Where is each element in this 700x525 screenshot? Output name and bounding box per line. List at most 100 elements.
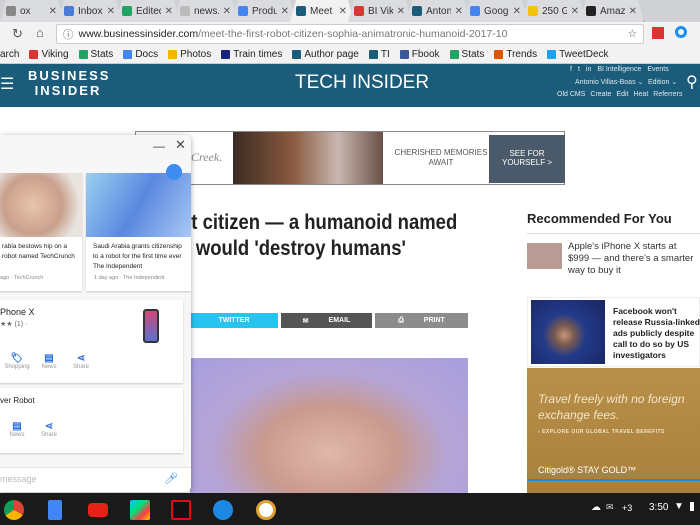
bookmark[interactable]: Train times (221, 49, 282, 60)
news-card[interactable]: Saudi Arabia grants citizenship to a rob… (86, 173, 191, 291)
header-link[interactable]: Heat (633, 91, 648, 98)
chrome-app-icon[interactable] (4, 500, 24, 520)
close-tab-icon[interactable]: ✕ (397, 6, 405, 17)
citi-ad[interactable]: Travel freely with no foreign exchange f… (527, 368, 700, 493)
netflix-app-icon[interactable] (171, 500, 191, 520)
bookmark[interactable]: TI (368, 49, 390, 60)
menu-icon[interactable]: ☰ (0, 74, 14, 94)
action-shopping[interactable]: 🏷︎ Shopping (2, 353, 32, 370)
action-label: News (9, 432, 25, 438)
search-icon[interactable]: ⚲ (686, 72, 698, 92)
share-icon: ⋖ (76, 353, 86, 364)
battery-icon[interactable] (690, 502, 694, 511)
assistant-panel: — ✕ rabia bestows hip on a robot named T… (0, 135, 191, 492)
tab[interactable]: news. ✕ (174, 0, 238, 22)
close-tab-icon[interactable]: ✕ (49, 6, 57, 17)
news-card[interactable]: rabia bestows hip on a robot named TechC… (0, 173, 82, 291)
headline-line-1: ot citizen — a humanoid named (180, 211, 458, 234)
header-link[interactable]: Events (647, 66, 668, 73)
close-tab-icon[interactable]: ✕ (571, 6, 579, 17)
address-bar[interactable]: ⓘ www.businessinsider.com/meet-the-first… (56, 24, 644, 44)
twitter-share-button[interactable]: TWITTER (190, 313, 278, 328)
app-icon[interactable] (256, 500, 276, 520)
action-news[interactable]: ▤ News (34, 353, 64, 370)
tab[interactable]: BI Vik ✕ (348, 0, 412, 22)
tab[interactable]: Inbox ✕ (58, 0, 122, 22)
header-link[interactable]: in (586, 66, 591, 73)
bookmark[interactable]: Docs (123, 49, 158, 60)
bookmark[interactable]: Fbook (399, 49, 440, 60)
citi-ad-link[interactable]: › EXPLORE OUR GLOBAL TRAVEL BENEFITS (538, 429, 665, 435)
site-logo[interactable]: BUSINESS INSIDER (28, 68, 108, 98)
close-tab-icon[interactable]: ✕ (629, 6, 637, 17)
bookmark[interactable]: Author page (292, 49, 359, 60)
files-app-icon[interactable] (213, 500, 233, 520)
wifi-icon[interactable]: ▼ (674, 501, 684, 512)
topic-card[interactable]: ver Robot ▤ News ⋖ Share (0, 388, 183, 453)
close-tab-icon[interactable]: ✕ (165, 6, 173, 17)
header-link[interactable]: f (570, 66, 572, 73)
close-tab-icon[interactable]: ✕ (223, 6, 231, 17)
product-card[interactable]: Phone X ★★ (1) · 🏷︎ Shopping ▤ News ⋖ Share (0, 300, 183, 383)
header-link[interactable]: Edit (616, 91, 628, 98)
tab[interactable]: Anton ✕ (406, 0, 470, 22)
docs-app-icon[interactable] (48, 500, 62, 520)
ad-cta-button[interactable]: SEE FOR YOURSELF > (489, 135, 565, 183)
ad-image (233, 132, 383, 184)
edition-menu[interactable]: Edition ⌄ (648, 78, 677, 86)
banner-ad[interactable]: Creek. CHERISHED MEMORIES AWAIT SEE FOR … (135, 131, 565, 185)
user-menu[interactable]: Antonio Villas-Boas ⌄ (575, 78, 643, 86)
bookmark[interactable]: Viking (29, 49, 69, 60)
close-tab-icon[interactable]: ✕ (513, 6, 521, 17)
close-icon[interactable]: ✕ (175, 137, 186, 153)
notification-count[interactable]: +3 (622, 503, 632, 513)
tab[interactable]: Edited ✕ (116, 0, 180, 22)
rec-card[interactable]: Facebook won't release Russia-linked ads… (527, 297, 700, 367)
bookmark[interactable]: Photos (168, 49, 211, 60)
header-link[interactable]: Create (590, 91, 611, 98)
action-share[interactable]: ⋖ Share (66, 353, 96, 370)
rec-thumbnail[interactable] (527, 243, 562, 269)
tab[interactable]: Googl ✕ (464, 0, 528, 22)
play-store-app-icon[interactable] (130, 500, 150, 520)
header-link[interactable]: BI Intelligence (597, 66, 641, 73)
bookmark[interactable]: Trends (494, 49, 537, 60)
home-icon[interactable]: ⌂ (36, 25, 44, 40)
bookmark[interactable]: Stats (449, 49, 485, 60)
header-link[interactable]: Old CMS (557, 91, 585, 98)
cortana-extension-icon[interactable] (675, 26, 687, 38)
action-news[interactable]: ▤ News (2, 421, 32, 438)
close-tab-icon[interactable]: ✕ (107, 6, 115, 17)
close-tab-icon[interactable]: ✕ (455, 6, 463, 17)
tab[interactable]: Produ ✕ (232, 0, 296, 22)
bookmark[interactable]: arch (0, 49, 19, 60)
bookmark[interactable]: TweetDeck (547, 49, 609, 60)
reload-icon[interactable]: ↻ (12, 26, 23, 42)
tab[interactable]: Meet ✕ (290, 0, 354, 22)
rec-item-link[interactable]: Apple's iPhone X starts at $999 — and th… (568, 241, 696, 277)
notification-icon[interactable]: ✉ (606, 502, 614, 513)
microphone-icon[interactable]: 🎤︎ (164, 472, 178, 485)
close-tab-icon[interactable]: ✕ (281, 6, 289, 17)
close-tab-icon[interactable]: ✕ (339, 6, 347, 17)
tab-strip: ox ✕ Inbox ✕ Edited ✕ news. ✕ Produ ✕ Meet ✕ BI Vik ✕… (0, 0, 700, 22)
minimize-icon[interactable]: — (153, 139, 165, 153)
bookmark-label: Stats (461, 49, 485, 60)
email-share-button[interactable]: ✉ EMAIL (281, 313, 372, 328)
header-link[interactable]: t (578, 66, 580, 73)
extension-icon[interactable] (652, 27, 664, 39)
screen-context-icon[interactable] (166, 164, 182, 180)
tab[interactable]: ox ✕ (0, 0, 64, 22)
action-share[interactable]: ⋖ Share (34, 421, 64, 438)
tab[interactable]: 250 G ✕ (522, 0, 586, 22)
section-title[interactable]: TECH INSIDER (295, 72, 429, 94)
clock[interactable]: 3:50 (649, 502, 668, 513)
print-button[interactable]: ⎙ PRINT (375, 313, 468, 328)
tab[interactable]: Amaz ✕ (580, 0, 644, 22)
star-icon[interactable]: ☆ (628, 28, 637, 40)
youtube-app-icon[interactable] (88, 503, 108, 517)
info-icon[interactable]: ⓘ (63, 27, 74, 42)
bookmark[interactable]: Stats (78, 49, 113, 60)
message-input[interactable]: message 🎤︎ (0, 467, 191, 492)
header-link[interactable]: Referrers (653, 91, 682, 98)
